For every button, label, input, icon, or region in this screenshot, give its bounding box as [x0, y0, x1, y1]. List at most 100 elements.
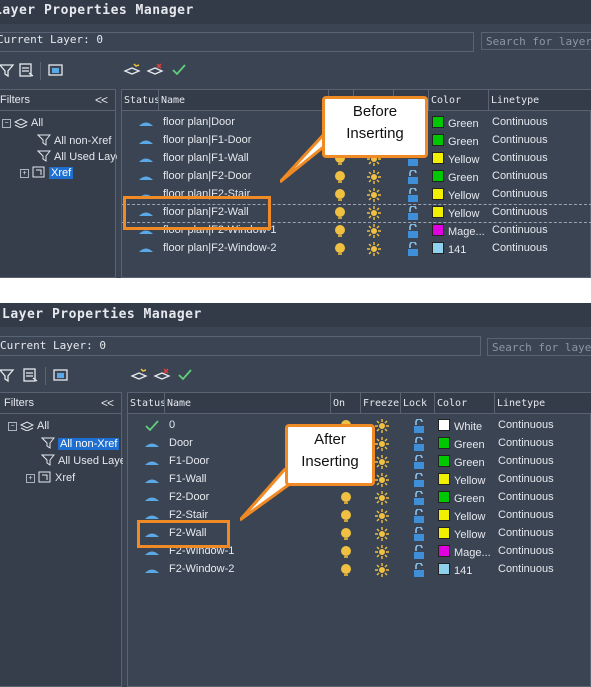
layer-status-icon[interactable] [144, 473, 160, 487]
color-cell[interactable]: Green [432, 134, 479, 148]
table-row[interactable]: floor plan|F2-Door Green Continuous [122, 168, 591, 186]
new-layer-icon[interactable] [123, 62, 141, 78]
lightbulb-icon[interactable] [332, 242, 348, 256]
sun-icon[interactable] [366, 188, 382, 202]
unlocked-padlock-icon[interactable] [411, 508, 427, 523]
sun-icon[interactable] [374, 437, 390, 451]
delete-layer-icon[interactable] [153, 367, 171, 383]
layer-name[interactable]: Door [169, 437, 193, 449]
tree-item-all[interactable]: − All [2, 116, 43, 129]
set-current-icon[interactable] [170, 62, 188, 78]
new-group-filter-icon[interactable] [18, 62, 36, 78]
column-header-status[interactable]: Status [122, 90, 159, 110]
unlocked-padlock-icon[interactable] [411, 544, 427, 559]
tree-item-xref[interactable]: + Xref [20, 166, 74, 179]
linetype-cell[interactable]: Continuous [498, 509, 554, 521]
set-current-icon[interactable] [176, 367, 194, 383]
color-cell[interactable]: Yellow [432, 188, 479, 202]
linetype-cell[interactable]: Continuous [492, 152, 548, 164]
lightbulb-icon[interactable] [338, 545, 354, 559]
column-header-name[interactable]: Name [165, 393, 331, 413]
layer-states-manager-icon[interactable] [52, 367, 70, 383]
linetype-cell[interactable]: Continuous [492, 206, 548, 218]
color-cell[interactable]: 141 [432, 242, 466, 256]
unlocked-padlock-icon[interactable] [405, 223, 421, 238]
column-header-status[interactable]: Status [128, 393, 165, 413]
color-cell[interactable]: Green [438, 491, 485, 505]
color-cell[interactable]: Yellow [432, 206, 479, 220]
layer-name[interactable]: 0 [169, 419, 175, 431]
linetype-cell[interactable]: Continuous [498, 545, 554, 557]
tree-item-xref[interactable]: + Xref [26, 471, 75, 484]
lightbulb-icon[interactable] [338, 563, 354, 577]
layer-status-icon[interactable] [144, 455, 160, 469]
table-row[interactable]: F2-Window-2 141 Continuous [128, 561, 591, 579]
linetype-cell[interactable]: Continuous [492, 134, 548, 146]
new-layer-icon[interactable] [130, 367, 148, 383]
tree-item-all-non-xref[interactable]: All non-Xref [37, 134, 111, 147]
unlocked-padlock-icon[interactable] [411, 490, 427, 505]
table-row[interactable]: F2-Door Green Continuous [128, 489, 591, 507]
unlocked-padlock-icon[interactable] [411, 418, 427, 433]
color-cell[interactable]: Green [432, 170, 479, 184]
layer-name[interactable]: F2-Door [169, 491, 209, 503]
column-header-lock[interactable]: Lock [401, 393, 435, 413]
linetype-cell[interactable]: Continuous [498, 437, 554, 449]
column-header-color[interactable]: Color [429, 90, 489, 110]
lightbulb-icon[interactable] [332, 224, 348, 238]
column-header-on[interactable]: On [331, 393, 361, 413]
collapse-icon[interactable]: − [2, 119, 11, 128]
sun-icon[interactable] [374, 545, 390, 559]
sun-icon[interactable] [374, 509, 390, 523]
checkmark-icon[interactable] [144, 419, 160, 433]
collapse-filters-button[interactable]: << [95, 93, 108, 107]
lightbulb-icon[interactable] [332, 206, 348, 220]
sun-icon[interactable] [374, 455, 390, 469]
column-header-freeze[interactable]: Freeze [361, 393, 401, 413]
table-row[interactable]: floor plan|F2-Window-2 141 Continuous [122, 240, 591, 258]
unlocked-padlock-icon[interactable] [411, 562, 427, 577]
tree-item-all-used-layers[interactable]: All Used Layers [41, 454, 123, 467]
tree-item-all-non-xref[interactable]: All non-Xref [41, 437, 120, 450]
column-header-linetype[interactable]: Linetype [489, 90, 591, 110]
new-group-filter-icon[interactable] [22, 367, 40, 383]
column-header-linetype[interactable]: Linetype [495, 393, 591, 413]
layer-status-icon[interactable] [144, 563, 160, 577]
color-cell[interactable]: Green [438, 455, 485, 469]
linetype-cell[interactable]: Continuous [498, 419, 554, 431]
linetype-cell[interactable]: Continuous [498, 563, 554, 575]
delete-layer-icon[interactable] [146, 62, 164, 78]
layer-name[interactable]: floor plan|F2-Door [163, 170, 251, 182]
lightbulb-icon[interactable] [338, 491, 354, 505]
expand-icon[interactable]: + [26, 474, 35, 483]
new-property-filter-icon[interactable] [0, 62, 16, 78]
sun-icon[interactable] [374, 527, 390, 541]
sun-icon[interactable] [374, 563, 390, 577]
layer-status-icon[interactable] [138, 152, 154, 166]
color-cell[interactable]: 141 [438, 563, 472, 577]
linetype-cell[interactable]: Continuous [492, 116, 548, 128]
collapse-filters-button[interactable]: << [101, 396, 114, 410]
unlocked-padlock-icon[interactable] [411, 436, 427, 451]
color-cell[interactable]: Yellow [438, 473, 485, 487]
layer-states-manager-icon[interactable] [47, 62, 65, 78]
unlocked-padlock-icon[interactable] [405, 205, 421, 220]
search-input[interactable]: Search for layer [481, 32, 591, 50]
layer-name[interactable]: floor plan|F2-Window-2 [163, 242, 277, 254]
sun-icon[interactable] [374, 491, 390, 505]
color-cell[interactable]: Yellow [438, 527, 485, 541]
layer-status-icon[interactable] [144, 437, 160, 451]
layer-status-icon[interactable] [138, 134, 154, 148]
layer-status-icon[interactable] [144, 491, 160, 505]
color-cell[interactable]: Yellow [432, 152, 479, 166]
layer-name[interactable]: F1-Door [169, 455, 209, 467]
layer-status-icon[interactable] [138, 170, 154, 184]
sun-icon[interactable] [374, 473, 390, 487]
search-input[interactable]: Search for layer [487, 338, 591, 356]
color-cell[interactable]: Green [438, 437, 485, 451]
layer-status-icon[interactable] [138, 116, 154, 130]
linetype-cell[interactable]: Continuous [492, 188, 548, 200]
layer-status-icon[interactable] [138, 242, 154, 256]
color-cell[interactable]: White [438, 419, 482, 433]
unlocked-padlock-icon[interactable] [405, 241, 421, 256]
